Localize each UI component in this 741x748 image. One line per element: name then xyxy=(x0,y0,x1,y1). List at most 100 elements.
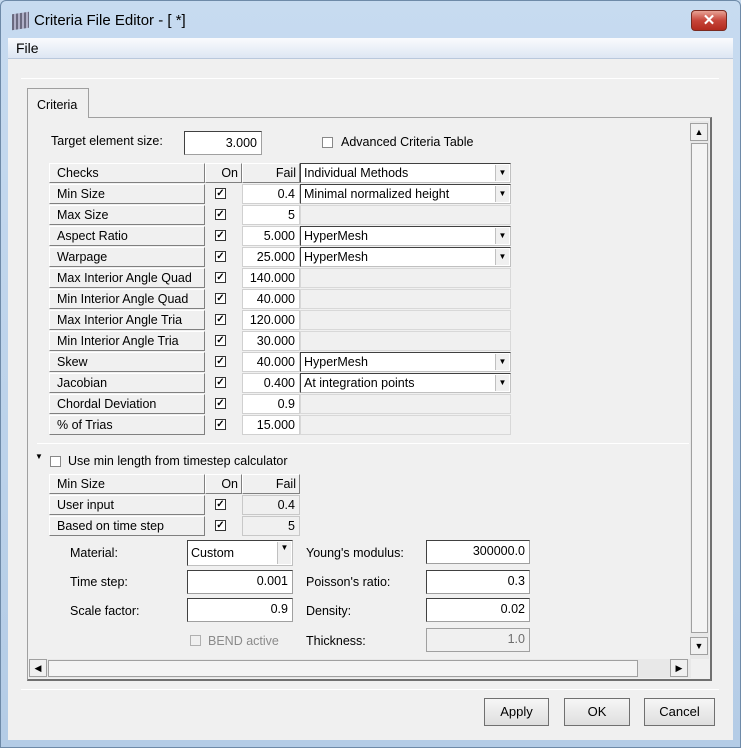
bend-active-label: BEND active xyxy=(208,634,279,648)
check-on-checkbox[interactable]: ✓ xyxy=(215,419,226,430)
ts-fail-value: 0.4 xyxy=(242,495,300,515)
youngs-modulus-input[interactable]: 300000.0 xyxy=(426,540,530,564)
ok-button[interactable]: OK xyxy=(564,698,630,726)
scroll-right-button[interactable]: ▶ xyxy=(670,659,688,677)
advanced-criteria-label: Advanced Criteria Table xyxy=(341,135,474,149)
chevron-down-icon: ▼ xyxy=(495,375,509,391)
check-name[interactable]: % of Trias xyxy=(49,415,205,435)
check-name[interactable]: Aspect Ratio xyxy=(49,226,205,246)
use-min-length-checkbox[interactable] xyxy=(50,456,61,467)
vertical-scroll-thumb[interactable] xyxy=(691,143,708,633)
check-on-checkbox[interactable]: ✓ xyxy=(215,230,226,241)
menu-file[interactable]: File xyxy=(16,40,39,56)
close-button[interactable]: ✕ xyxy=(691,10,727,31)
chevron-down-icon: ▼ xyxy=(277,542,291,564)
check-method-value: HyperMesh xyxy=(304,355,368,369)
check-name[interactable]: Chordal Deviation xyxy=(49,394,205,414)
window-title: Criteria File Editor - [ *] xyxy=(34,12,186,29)
horizontal-scroll-thumb[interactable] xyxy=(48,660,638,677)
check-on-checkbox[interactable]: ✓ xyxy=(215,356,226,367)
check-method-select[interactable]: Minimal normalized height ▼ xyxy=(300,184,511,204)
check-on-checkbox[interactable]: ✓ xyxy=(215,335,226,346)
target-size-input[interactable]: 3.000 xyxy=(184,131,262,155)
check-on-checkbox[interactable]: ✓ xyxy=(215,377,226,388)
thickness-label: Thickness: xyxy=(306,634,366,648)
ts-row-name[interactable]: Based on time step xyxy=(49,516,205,536)
tab-label: Criteria xyxy=(37,98,78,112)
close-icon: ✕ xyxy=(702,12,716,29)
check-fail-input[interactable]: 5 xyxy=(242,205,300,225)
density-label: Density: xyxy=(306,604,352,618)
thickness-input[interactable]: 1.0 xyxy=(426,628,530,652)
scroll-left-button[interactable]: ◀ xyxy=(29,659,47,677)
check-name[interactable]: Min Interior Angle Quad xyxy=(49,289,205,309)
advanced-criteria-checkbox[interactable] xyxy=(322,137,333,148)
check-fail-input[interactable]: 0.400 xyxy=(242,373,300,393)
density-input[interactable]: 0.02 xyxy=(426,598,530,622)
mesh-icon xyxy=(12,11,29,31)
method-select[interactable]: Individual Methods ▼ xyxy=(300,163,511,183)
ts-header-name: Min Size xyxy=(49,474,205,494)
ts-header-fail: Fail xyxy=(242,474,300,494)
check-method-select[interactable]: At integration points ▼ xyxy=(300,373,511,393)
check-on-checkbox[interactable]: ✓ xyxy=(215,314,226,325)
ts-fail-value: 5 xyxy=(242,516,300,536)
check-method-select[interactable]: HyperMesh ▼ xyxy=(300,247,511,267)
check-on-checkbox[interactable]: ✓ xyxy=(215,398,226,409)
tab-criteria[interactable]: Criteria xyxy=(27,88,89,118)
check-fail-input[interactable]: 0.9 xyxy=(242,394,300,414)
time-step-input[interactable]: 0.001 xyxy=(187,570,293,594)
check-name[interactable]: Max Interior Angle Quad xyxy=(49,268,205,288)
check-name[interactable]: Warpage xyxy=(49,247,205,267)
check-method-value: HyperMesh xyxy=(304,229,368,243)
check-name[interactable]: Skew xyxy=(49,352,205,372)
check-name[interactable]: Min Size xyxy=(49,184,205,204)
check-fail-input[interactable]: 5.000 xyxy=(242,226,300,246)
check-on-checkbox[interactable]: ✓ xyxy=(215,293,226,304)
ts-on-checkbox[interactable]: ✓ xyxy=(215,520,226,531)
scale-factor-label: Scale factor: xyxy=(70,604,140,618)
apply-button[interactable]: Apply xyxy=(484,698,549,726)
check-fail-input[interactable]: 140.000 xyxy=(242,268,300,288)
check-on-checkbox[interactable]: ✓ xyxy=(215,272,226,283)
check-name[interactable]: Min Interior Angle Tria xyxy=(49,331,205,351)
check-on-checkbox[interactable]: ✓ xyxy=(215,188,226,199)
cancel-button[interactable]: Cancel xyxy=(644,698,715,726)
check-on-checkbox[interactable]: ✓ xyxy=(215,209,226,220)
ts-on-checkbox[interactable]: ✓ xyxy=(215,499,226,510)
check-fail-input[interactable]: 120.000 xyxy=(242,310,300,330)
poisson-ratio-input[interactable]: 0.3 xyxy=(426,570,530,594)
scale-factor-input[interactable]: 0.9 xyxy=(187,598,293,622)
method-value: Individual Methods xyxy=(304,166,409,180)
bend-active-checkbox[interactable] xyxy=(190,635,201,646)
collapse-arrow-icon[interactable]: ▼ xyxy=(35,452,43,461)
poisson-ratio-label: Poisson's ratio: xyxy=(306,575,391,589)
scroll-up-button[interactable]: ▲ xyxy=(690,123,708,141)
check-on-checkbox[interactable]: ✓ xyxy=(215,251,226,262)
check-fail-input[interactable]: 30.000 xyxy=(242,331,300,351)
check-method-empty xyxy=(300,310,511,330)
check-fail-input[interactable]: 40.000 xyxy=(242,289,300,309)
time-step-label: Time step: xyxy=(70,575,128,589)
bottom-divider xyxy=(21,689,719,690)
material-value: Custom xyxy=(191,546,235,560)
header-on: On xyxy=(205,163,242,183)
check-name[interactable]: Jacobian xyxy=(49,373,205,393)
check-method-value: HyperMesh xyxy=(304,250,368,264)
check-method-empty xyxy=(300,394,511,414)
section-divider xyxy=(37,443,689,444)
check-fail-input[interactable]: 40.000 xyxy=(242,352,300,372)
check-fail-input[interactable]: 25.000 xyxy=(242,247,300,267)
check-name[interactable]: Max Interior Angle Tria xyxy=(49,310,205,330)
check-method-empty xyxy=(300,268,511,288)
check-fail-input[interactable]: 0.4 xyxy=(242,184,300,204)
check-method-select[interactable]: HyperMesh ▼ xyxy=(300,226,511,246)
check-method-select[interactable]: HyperMesh ▼ xyxy=(300,352,511,372)
chevron-down-icon: ▼ xyxy=(495,249,509,265)
chevron-down-icon: ▼ xyxy=(495,354,509,370)
check-name[interactable]: Max Size xyxy=(49,205,205,225)
scroll-down-button[interactable]: ▼ xyxy=(690,637,708,655)
material-select[interactable]: Custom ▼ xyxy=(187,540,293,566)
ts-row-name[interactable]: User input xyxy=(49,495,205,515)
check-fail-input[interactable]: 15.000 xyxy=(242,415,300,435)
